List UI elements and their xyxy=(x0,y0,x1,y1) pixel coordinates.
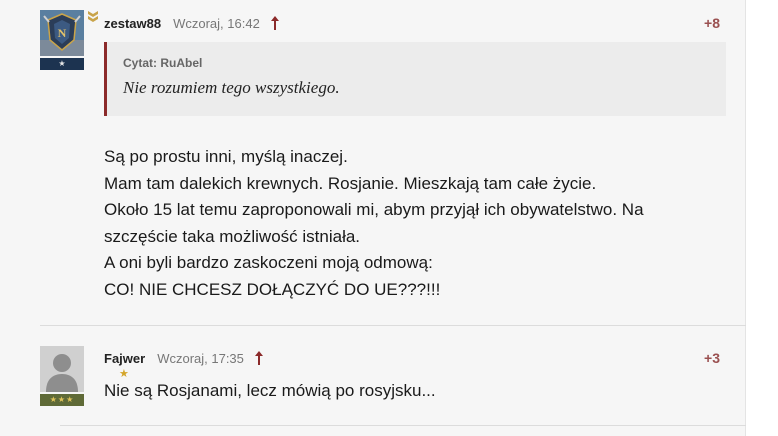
avatar-block[interactable]: N ★ xyxy=(40,10,98,70)
comment-line: Mam tam dalekich krewnych. Rosjanie. Mie… xyxy=(104,173,597,193)
comment-score: +3 xyxy=(704,350,720,366)
comment-body: Są po prostu inni, myślą inaczej. Mam ta… xyxy=(104,144,724,304)
rank-chevron-icon xyxy=(88,11,98,22)
comment-timestamp: Wczoraj, 16:42 xyxy=(173,15,260,31)
username-link[interactable]: Fajwer xyxy=(104,351,145,366)
comment-line: Około 15 lat temu zaproponowali mi, abym… xyxy=(104,200,644,220)
username-link[interactable]: zestaw88 xyxy=(104,16,161,31)
comment-line: CO! NIE CHCESZ DOŁĄCZYĆ DO UE???!!! xyxy=(104,279,441,299)
military-emblem-avatar-icon[interactable]: N xyxy=(40,10,84,56)
comment-item: N ★ zestaw88 Wczoraj, 16:42 +8 Cytat: Ru… xyxy=(0,0,746,326)
quote-text: Nie rozumiem tego wszystkiego. xyxy=(123,78,340,97)
comment-body: Nie są Rosjanami, lecz mówią po rosyjsku… xyxy=(104,378,724,405)
default-user-avatar-icon[interactable] xyxy=(40,346,84,392)
avatar-block[interactable]: ★ ★★★ xyxy=(40,346,129,406)
comment-divider xyxy=(60,425,746,426)
arrow-up-icon[interactable] xyxy=(254,350,264,366)
arrow-up-icon[interactable] xyxy=(270,15,280,31)
svg-text:N: N xyxy=(58,26,67,40)
comment-item: ★ ★★★ Fajwer Wczoraj, 17:35 +3 Nie są Ro… xyxy=(0,326,746,436)
rank-badge: ★ xyxy=(40,58,84,70)
comment-meta: Fajwer Wczoraj, 17:35 xyxy=(104,348,264,368)
comment-line: A oni byli bardzo zaskoczeni moją odmową… xyxy=(104,253,433,273)
rank-badge: ★★★ xyxy=(40,394,84,406)
comment-line: szczęście taka możliwość istniała. xyxy=(104,226,361,246)
quote-block: Cytat: RuAbel Nie rozumiem tego wszystki… xyxy=(104,42,726,116)
comment-score: +8 xyxy=(704,15,720,31)
comment-meta: zestaw88 Wczoraj, 16:42 xyxy=(104,13,280,33)
comment-line: Są po prostu inni, myślą inaczej. xyxy=(104,147,348,166)
quote-citation: Cytat: RuAbel xyxy=(123,56,203,70)
comments-page: N ★ zestaw88 Wczoraj, 16:42 +8 Cytat: Ru… xyxy=(0,0,778,436)
comment-timestamp: Wczoraj, 17:35 xyxy=(157,350,244,366)
right-sidebar xyxy=(746,0,778,436)
comment-line: Nie są Rosjanami, lecz mówią po rosyjsku… xyxy=(104,381,436,400)
